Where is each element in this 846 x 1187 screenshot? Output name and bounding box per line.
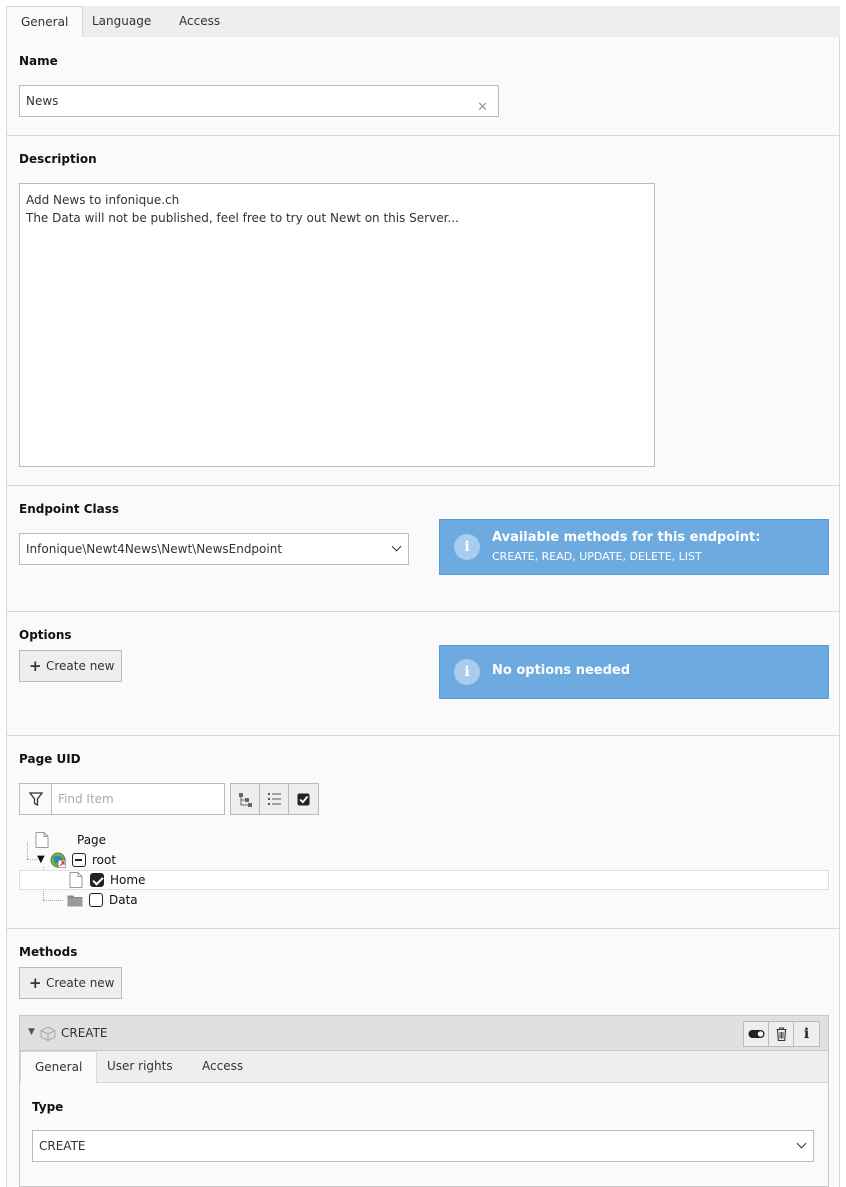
info-icon: i <box>454 659 480 685</box>
root-checkbox[interactable] <box>72 853 86 867</box>
page-uid-label: Page UID <box>19 752 81 766</box>
type-select[interactable]: CREATE <box>32 1130 814 1162</box>
tree-item-label: Data <box>109 893 138 907</box>
record-tab-general[interactable]: General <box>20 1051 98 1084</box>
methods-label: Methods <box>19 945 78 959</box>
tree-root-row[interactable]: ▼ root <box>37 850 237 870</box>
button-label: Create new <box>46 976 115 990</box>
tab-access[interactable]: Access <box>165 6 234 38</box>
tree-line <box>27 859 37 860</box>
tree-item-data[interactable]: Data <box>19 890 319 910</box>
chevron-down-icon <box>796 1138 807 1149</box>
button-label: Create new <box>46 659 115 673</box>
info-icon: i <box>454 534 480 560</box>
form-panel: Name News ✕ Description Add News to info… <box>6 37 840 1187</box>
caret-down-icon[interactable]: ▼ <box>28 1027 35 1037</box>
info-icon[interactable]: i <box>794 1022 819 1046</box>
method-record: ▼ CREATE i General User rights Access Ty… <box>19 1015 829 1187</box>
description-line: The Data will not be published, feel fre… <box>26 211 459 225</box>
tree-header-row: Page <box>35 830 235 850</box>
record-tab-user-rights[interactable]: User rights <box>93 1051 187 1083</box>
toggle-icon[interactable] <box>744 1022 769 1046</box>
methods-create-new-button[interactable]: + Create new <box>19 967 122 999</box>
tree-root-label: root <box>92 853 117 867</box>
method-record-header[interactable]: ▼ CREATE i <box>20 1016 828 1051</box>
home-checkbox[interactable] <box>90 873 104 887</box>
method-record-tabs: General User rights Access <box>20 1051 828 1084</box>
filter-icon[interactable] <box>20 784 52 814</box>
description-line: Add News to infonique.ch <box>26 193 180 207</box>
options-info-callout: i No options needed <box>439 645 829 699</box>
tab-label: Access <box>179 14 221 28</box>
endpoint-class-value: Infonique\Newt4News\Newt\NewsEndpoint <box>26 542 283 556</box>
divider <box>7 928 839 929</box>
method-record-body: Type CREATE <box>20 1083 828 1186</box>
plus-icon: + <box>29 974 42 992</box>
page-icon <box>35 832 49 848</box>
tab-label: General <box>35 1060 83 1074</box>
tab-label: Language <box>92 14 152 28</box>
endpoint-class-label: Endpoint Class <box>19 502 120 516</box>
trash-icon[interactable] <box>769 1022 794 1046</box>
tree-header-label: Page <box>77 833 107 847</box>
description-label: Description <box>19 152 97 166</box>
divider <box>7 735 839 736</box>
divider <box>7 135 839 136</box>
tab-label: User rights <box>107 1059 173 1073</box>
info-text: CREATE, READ, UPDATE, DELETE, LIST <box>492 550 702 563</box>
record-tab-access[interactable]: Access <box>188 1051 257 1083</box>
name-label: Name <box>19 54 58 68</box>
type-label: Type <box>32 1100 64 1114</box>
folder-icon <box>67 895 83 907</box>
name-value: News <box>26 94 59 108</box>
cube-icon <box>40 1026 56 1041</box>
method-record-title: CREATE <box>61 1026 108 1040</box>
tree-toolbar <box>230 783 319 815</box>
page-icon <box>69 872 83 888</box>
endpoint-class-select[interactable]: Infonique\Newt4News\Newt\NewsEndpoint <box>19 533 409 565</box>
record-actions: i <box>743 1021 820 1047</box>
tab-general[interactable]: General <box>6 6 84 39</box>
top-tabs: General Language Access <box>6 6 840 39</box>
tree-filter[interactable]: Find Item <box>19 783 225 815</box>
type-value: CREATE <box>39 1139 86 1153</box>
info-title: No options needed <box>492 663 631 678</box>
data-checkbox[interactable] <box>89 893 103 907</box>
tab-label: Access <box>202 1059 244 1073</box>
name-input[interactable]: News ✕ <box>19 85 499 117</box>
find-item-input[interactable]: Find Item <box>58 792 114 806</box>
divider <box>7 485 839 486</box>
options-create-new-button[interactable]: + Create new <box>19 650 122 682</box>
endpoint-info-callout: i Available methods for this endpoint: C… <box>439 519 829 575</box>
close-icon[interactable]: ✕ <box>477 93 488 123</box>
check-square-icon[interactable] <box>289 784 318 814</box>
description-textarea[interactable]: Add News to infonique.ch The Data will n… <box>19 183 655 467</box>
globe-icon <box>50 852 66 868</box>
tree-expand-icon[interactable] <box>231 784 260 814</box>
chevron-down-icon <box>391 541 402 552</box>
caret-down-icon[interactable]: ▼ <box>37 850 45 870</box>
tab-label: General <box>21 15 69 29</box>
tab-language[interactable]: Language <box>78 6 165 38</box>
list-icon[interactable] <box>260 784 289 814</box>
tree-item-label: Home <box>110 873 146 887</box>
options-label: Options <box>19 628 72 642</box>
tree-line <box>27 843 28 859</box>
tree-item-home[interactable]: Home <box>19 870 829 890</box>
info-title: Available methods for this endpoint: <box>492 530 761 545</box>
divider <box>7 611 839 612</box>
plus-icon: + <box>29 657 42 675</box>
